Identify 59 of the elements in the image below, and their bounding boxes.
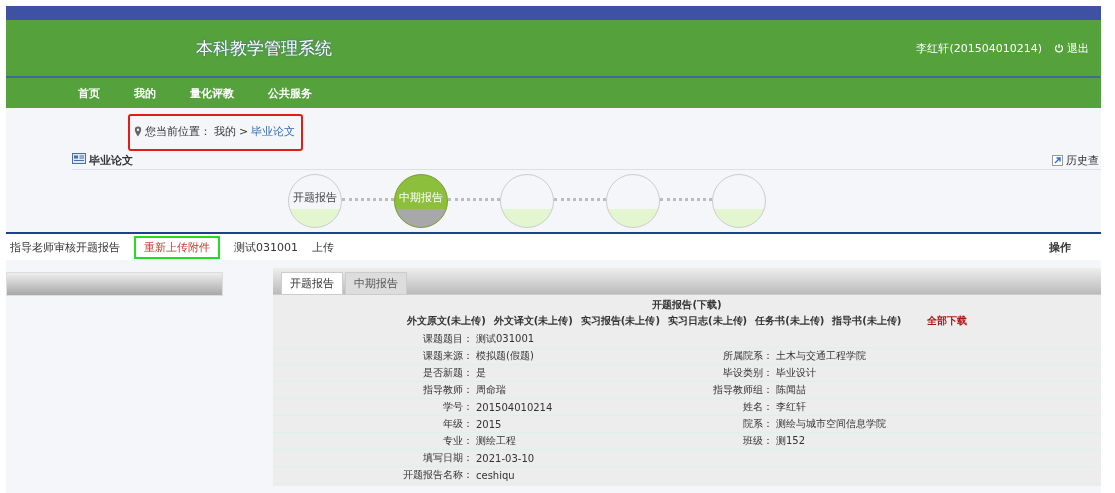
file-link[interactable]: 实习报告(未上传) [580, 314, 660, 328]
reupload-button[interactable]: 重新上传附件 [134, 235, 220, 259]
step-circle: 开题报告 [288, 174, 342, 228]
field-label: 开题报告名称： [402, 468, 473, 482]
field-label: 指导教师组： [712, 383, 773, 397]
table-cell: 测试031001 [234, 239, 298, 255]
field-value: 测152 [775, 434, 807, 448]
step-circle: 中期报告 [394, 174, 448, 228]
field-value: 周命瑞 [475, 383, 507, 397]
field-label: 年级： [442, 417, 473, 431]
breadcrumb-separator: > [239, 125, 249, 138]
field-label: 毕设类别： [722, 366, 773, 380]
table-cell: 指导老师审核开题报告 [10, 239, 120, 255]
field-value: ceshiqu [475, 469, 516, 481]
field-label: 专业： [442, 434, 473, 448]
field-label: 是否新题： [422, 366, 473, 380]
field-label: 班级： [742, 434, 773, 448]
section-title: 毕业论文 [89, 152, 133, 168]
field-value: 测绘与城市空间信息学院 [775, 417, 887, 431]
report-title: 开题报告(下载) [651, 298, 723, 312]
field-value: 毕业设计 [775, 366, 817, 380]
field-value: 李红轩 [775, 400, 807, 414]
breadcrumb-label: 您当前位置： [145, 124, 211, 139]
file-link[interactable]: 指导书(未上传) [832, 314, 902, 328]
download-all-link[interactable]: 全部下载 [927, 314, 968, 328]
field-label: 指导教师： [422, 383, 473, 397]
breadcrumb-link[interactable]: 我的 [214, 124, 236, 139]
field-label: 填写日期： [422, 451, 473, 465]
field-value: 是 [475, 366, 487, 380]
file-link[interactable]: 任务书(未上传) [755, 314, 825, 328]
field-value: 2021-03-10 [475, 452, 536, 464]
field-label: 课题来源： [422, 349, 473, 363]
power-icon [1054, 43, 1064, 53]
location-icon [134, 126, 142, 137]
document-icon [72, 153, 86, 167]
field-value: 测试031001 [475, 332, 536, 346]
user-name: 李红轩(201504010214) [916, 40, 1042, 56]
field-value: 模拟题(假题) [475, 349, 535, 363]
tab[interactable]: 开题报告 [281, 272, 343, 294]
history-link[interactable]: 历史查 [1052, 152, 1099, 168]
system-title: 本科教学管理系统 [196, 36, 332, 60]
field-value: 测绘工程 [475, 434, 517, 448]
field-value: 201504010214 [475, 401, 554, 413]
field-value: 2015 [475, 418, 503, 430]
field-value: 陈闻喆 [775, 383, 807, 397]
breadcrumb-link[interactable]: 毕业论文 [251, 124, 296, 139]
field-value: 土木与交通工程学院 [775, 349, 867, 363]
field-label: 院系： [742, 417, 773, 431]
file-link[interactable]: 外文原文(未上传) [406, 314, 486, 328]
tab[interactable]: 中期报告 [345, 272, 407, 294]
field-label: 学号： [442, 400, 473, 414]
file-link[interactable]: 外文译文(未上传) [493, 314, 573, 328]
table-cell: 上传 [312, 239, 334, 255]
file-link[interactable]: 实习日志(未上传) [668, 314, 748, 328]
field-label: 课题题目： [422, 332, 473, 346]
field-label: 姓名： [742, 400, 773, 414]
column-header: 操作 [1049, 239, 1071, 255]
field-label: 所属院系： [722, 349, 773, 363]
external-link-icon [1052, 154, 1063, 166]
